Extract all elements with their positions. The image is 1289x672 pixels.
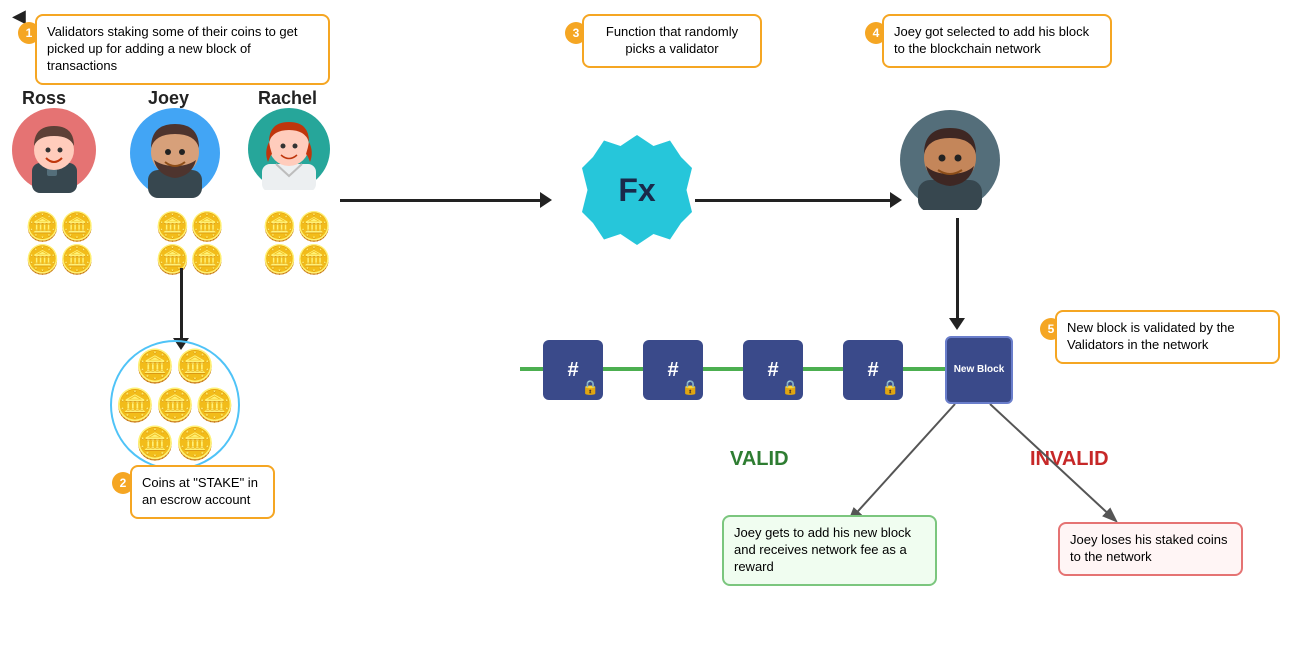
joey-avatar [130, 108, 220, 203]
step4-callout: Joey got selected to add his block to th… [882, 14, 1112, 68]
validators-to-escrow-arrow [173, 268, 189, 350]
joey-selected-avatar [900, 110, 1000, 215]
valid-outcome: Joey gets to add his new block and recei… [722, 515, 937, 586]
block-3: # 🔒 [743, 340, 803, 400]
invalid-outcome: Joey loses his staked coins to the netwo… [1058, 522, 1243, 576]
step5-callout: New block is validated by the Validators… [1055, 310, 1280, 364]
validators-to-fx-arrow [340, 192, 552, 208]
escrow-oval: 🪙🪙🪙🪙🪙🪙🪙 [110, 340, 240, 470]
step2-callout: Coins at "STAKE" in an escrow account [130, 465, 275, 519]
joey-coins: 🪙🪙🪙🪙 [155, 210, 225, 276]
joey-label: Joey [148, 88, 189, 109]
rachel-coins: 🪙🪙🪙🪙 [262, 210, 332, 276]
rachel-label: Rachel [258, 88, 317, 109]
block-1: # 🔒 [543, 340, 603, 400]
ross-label: Ross [22, 88, 66, 109]
invalid-label: INVALID [1030, 448, 1109, 471]
valid-label: VALID [730, 448, 789, 471]
fx-function: Fx [582, 135, 692, 245]
block-2: # 🔒 [643, 340, 703, 400]
step3-callout: Function that randomly picks a validator [582, 14, 762, 68]
ross-coins: 🪙🪙🪙🪙 [25, 210, 95, 276]
fx-to-joey-arrow [695, 192, 902, 208]
rachel-avatar [248, 108, 330, 195]
joey-to-blockchain-arrow [949, 218, 965, 330]
new-block: New Block [945, 336, 1013, 404]
block-4: # 🔒 [843, 340, 903, 400]
ross-avatar [12, 108, 97, 198]
step1-callout: Validators staking some of their coins t… [35, 14, 330, 85]
